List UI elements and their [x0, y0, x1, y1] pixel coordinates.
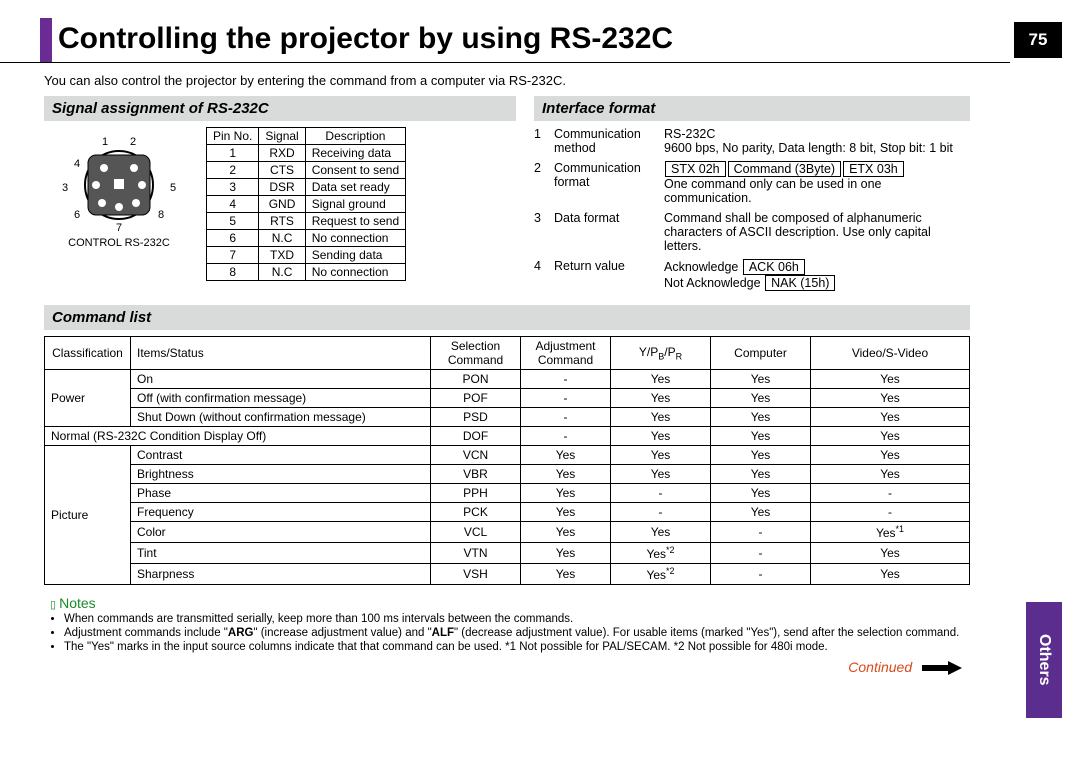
- notes-section: Notes When commands are transmitted seri…: [44, 595, 970, 653]
- svg-text:4: 4: [74, 158, 80, 170]
- svg-text:8: 8: [158, 209, 164, 221]
- command-heading: Command list: [44, 305, 970, 330]
- connector-diagram: 1 2 4 3 5 6 8 7: [44, 127, 194, 249]
- notes-heading: Notes: [50, 595, 970, 611]
- note-item: Adjustment commands include "ARG" (incre…: [64, 627, 970, 639]
- note-item: The "Yes" marks in the input source colu…: [64, 641, 970, 653]
- page-marker: [40, 18, 52, 62]
- connector-label: CONTROL RS-232C: [44, 237, 194, 249]
- svg-text:2: 2: [130, 136, 136, 148]
- continued-text: Continued: [44, 659, 970, 675]
- command-table: Classification Items/Status Selection Co…: [44, 336, 970, 585]
- svg-text:3: 3: [62, 182, 68, 194]
- interface-heading: Interface format: [534, 96, 970, 121]
- page-title: Controlling the projector by using RS-23…: [0, 0, 1010, 63]
- svg-text:5: 5: [170, 182, 176, 194]
- intro-text: You can also control the projector by en…: [44, 73, 970, 88]
- interface-table: 1 Communication method RS-232C9600 bps, …: [534, 127, 970, 291]
- note-item: When commands are transmitted serially, …: [64, 613, 970, 625]
- svg-text:1: 1: [102, 136, 108, 148]
- continued-arrow-icon: [922, 661, 962, 675]
- side-tab-others: Others: [1026, 602, 1062, 718]
- signal-heading: Signal assignment of RS-232C: [44, 96, 516, 121]
- svg-text:7: 7: [116, 222, 122, 233]
- svg-text:6: 6: [74, 209, 80, 221]
- pin-table: Pin No. Signal Description 1RXDReceiving…: [206, 127, 406, 281]
- page-number: 75: [1014, 22, 1062, 58]
